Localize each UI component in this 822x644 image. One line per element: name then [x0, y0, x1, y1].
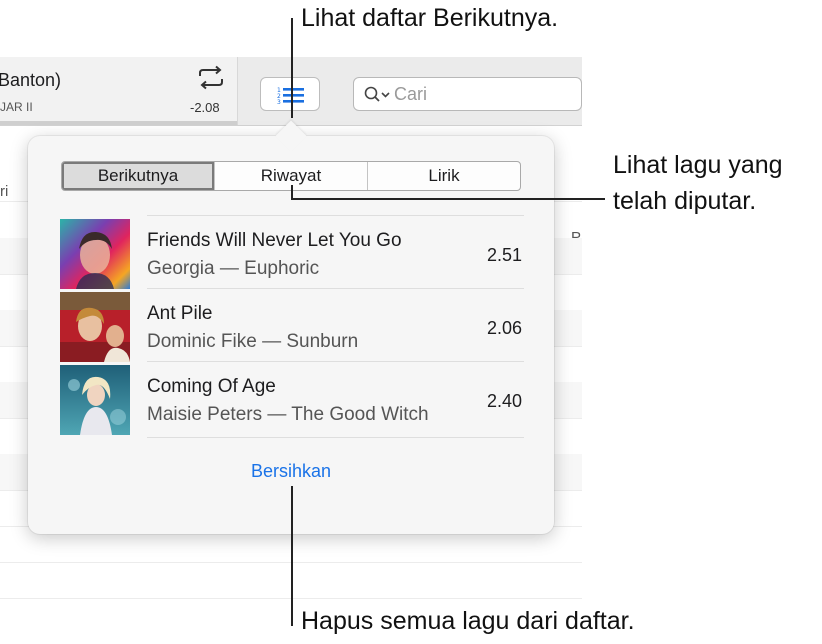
row-divider [147, 437, 524, 438]
track-title: Ant Pile [147, 303, 213, 324]
track-duration: 2.06 [486, 318, 522, 338]
time-remaining: -2.08 [190, 100, 220, 115]
track-row[interactable]: Ant Pile Dominic Fike — Sunburn 2.06 [60, 288, 524, 362]
callout-clear: Hapus semua lagu dari daftar. [301, 607, 635, 635]
callout-up-next: Lihat daftar Berikutnya. [301, 4, 559, 32]
track-title: Coming Of Age [147, 376, 276, 397]
track-artist-album: Georgia — Euphoric [147, 258, 320, 279]
row-divider [147, 361, 524, 362]
search-input[interactable] [394, 82, 574, 106]
track-duration: 2.51 [486, 245, 522, 265]
row-divider [147, 215, 524, 216]
row-divider [147, 288, 524, 289]
tab-up-next[interactable]: Berikutnya [62, 162, 215, 190]
tab-lyrics[interactable]: Lirik [368, 162, 520, 190]
album-art [60, 219, 130, 289]
callout-history-line1: Lihat lagu yang [613, 151, 783, 179]
track-duration: 2.40 [486, 391, 522, 411]
now-playing-subtitle: JAR II [0, 100, 33, 114]
now-playing-title: Banton) [0, 70, 62, 90]
callout-line-clear [291, 486, 293, 626]
search-box[interactable] [353, 77, 582, 111]
now-playing-display[interactable]: Banton) JAR II -2.08 [0, 57, 238, 125]
track-artist-album: Maisie Peters — The Good Witch [147, 404, 429, 425]
list-column-fragment: ri [0, 183, 9, 200]
track-artist-album: Dominic Fike — Sunburn [147, 331, 359, 352]
callout-line-up-next [291, 18, 293, 118]
track-row[interactable]: Coming Of Age Maisie Peters — The Good W… [60, 361, 524, 435]
callout-history-line2: telah diputar. [613, 187, 757, 215]
clear-button[interactable]: Bersihkan [28, 461, 554, 482]
repeat-icon[interactable] [195, 65, 227, 91]
track-row[interactable]: Friends Will Never Let You Go Georgia — … [60, 215, 524, 289]
callout-line-history [291, 198, 605, 200]
progress-track[interactable] [0, 121, 237, 125]
album-art [60, 365, 130, 435]
svg-text:3: 3 [277, 99, 281, 106]
up-next-track-list: Friends Will Never Let You Go Georgia — … [60, 215, 524, 435]
up-next-button[interactable]: 1 2 3 [260, 77, 320, 111]
track-title: Friends Will Never Let You Go [147, 230, 402, 251]
callout-line-history-stem [291, 185, 293, 199]
album-art [60, 292, 130, 362]
